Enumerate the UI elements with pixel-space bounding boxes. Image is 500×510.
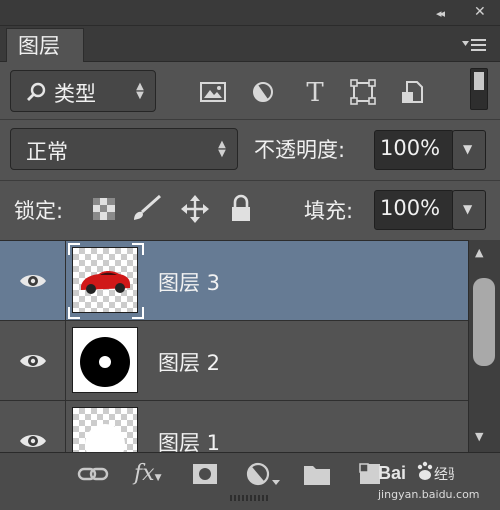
image-filter-icon[interactable]: [198, 78, 228, 106]
layer-row[interactable]: 图层 2: [0, 321, 468, 401]
opacity-value: 100%: [380, 136, 441, 160]
fill-value: 100%: [380, 196, 441, 220]
thumbnail-selection-corner: [68, 307, 80, 319]
eye-icon: [20, 355, 46, 367]
select-arrows-icon: ▲ ▼: [136, 81, 144, 101]
layer-thumbnail[interactable]: [72, 247, 138, 313]
divider: [0, 119, 500, 120]
lock-transparent-pixels-icon[interactable]: [93, 198, 115, 220]
type-filter-icon[interactable]: T: [300, 78, 330, 108]
select-arrows-icon: ▲ ▼: [218, 139, 226, 159]
eye-icon: [20, 435, 46, 447]
layer-row[interactable]: 图层 1: [0, 401, 468, 452]
lock-label: 锁定:: [14, 199, 64, 223]
search-icon: [27, 82, 46, 101]
mask-icon[interactable]: [190, 460, 220, 488]
close-icon[interactable]: ✕: [474, 4, 486, 20]
folder-icon[interactable]: [302, 460, 332, 488]
thumbnail-selection-corner: [68, 243, 80, 255]
layer-row[interactable]: 图层 3: [0, 241, 468, 321]
thumbnail-selection-corner: [132, 243, 144, 255]
lock-position-icon[interactable]: [180, 194, 210, 224]
layer-name[interactable]: 图层 2: [158, 347, 220, 377]
adjustment-filter-icon[interactable]: [248, 78, 278, 106]
svg-text:Bai: Bai: [378, 463, 406, 483]
panel-menu-icon[interactable]: [462, 38, 486, 52]
layer-name[interactable]: 图层 3: [158, 267, 220, 297]
svg-text:经验: 经验: [434, 467, 454, 483]
scrollbar-thumb[interactable]: [473, 278, 495, 366]
divider: [0, 180, 500, 181]
baidu-jingyan-logo: Bai 经验: [378, 461, 454, 483]
collapse-icon[interactable]: ◂◂: [436, 7, 445, 20]
link-icon[interactable]: [76, 460, 110, 488]
layer-name[interactable]: 图层 1: [158, 427, 220, 452]
black-ring-icon: [80, 337, 130, 387]
layer-thumbnail[interactable]: [72, 407, 138, 452]
layer-filter-label: 类型: [54, 82, 96, 106]
chevron-down-icon: ▼: [463, 202, 473, 216]
smartobject-filter-icon[interactable]: [398, 78, 428, 106]
opacity-label: 不透明度:: [254, 138, 346, 162]
layer-list: 图层 3 图层 2 图层 1: [0, 240, 468, 452]
shape-filter-icon[interactable]: [348, 78, 378, 106]
layer-thumbnail[interactable]: [72, 327, 138, 393]
resize-grip-icon[interactable]: [230, 494, 270, 502]
blend-mode-value: 正常: [26, 140, 68, 164]
lock-all-icon[interactable]: [228, 193, 254, 223]
visibility-toggle[interactable]: [0, 401, 66, 452]
visibility-toggle[interactable]: [0, 321, 66, 401]
fill-label: 填充:: [304, 199, 354, 223]
red-car-icon: [81, 271, 130, 294]
chevron-down-icon: ▼: [463, 142, 473, 156]
filter-toggle-knob: [474, 72, 484, 90]
scroll-down-icon[interactable]: ▼: [475, 430, 483, 443]
fx-icon[interactable]: fx▼: [134, 460, 174, 488]
adjustment-layer-icon[interactable]: [244, 460, 284, 488]
eye-icon: [20, 275, 46, 287]
scroll-up-icon[interactable]: ▲: [475, 246, 483, 259]
thumbnail-selection-corner: [132, 307, 144, 319]
watermark-url: jingyan.baidu.com: [378, 488, 480, 501]
white-shape-icon: [85, 424, 125, 452]
visibility-toggle[interactable]: [0, 241, 66, 321]
panel-title-strip: [0, 0, 500, 26]
lock-image-pixels-icon[interactable]: [130, 194, 162, 222]
tab-layers-label: 图层: [18, 34, 60, 58]
